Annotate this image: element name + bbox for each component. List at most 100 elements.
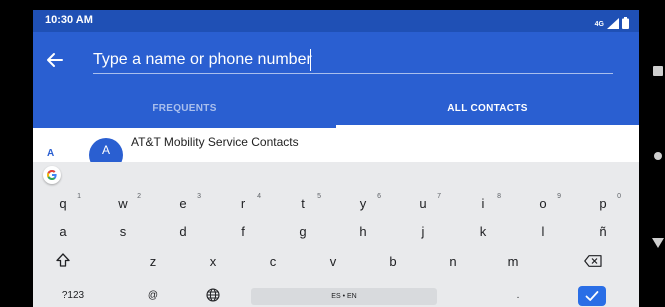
keyboard: q1 w2 e3 r4 t5 y6 u7 i8 o9 p0 a s d f g … bbox=[33, 162, 639, 307]
key-q[interactable]: q1 bbox=[33, 192, 93, 216]
battery-icon bbox=[622, 17, 629, 29]
key-hint: 8 bbox=[497, 193, 501, 200]
key-label: . bbox=[516, 290, 520, 301]
key-label: p bbox=[599, 196, 607, 211]
backspace-icon bbox=[584, 255, 602, 267]
space-label: ES • EN bbox=[331, 293, 357, 300]
nav-back-icon[interactable] bbox=[652, 238, 664, 248]
key-label: d bbox=[179, 224, 187, 239]
shift-icon bbox=[56, 253, 70, 267]
key-hint: 4 bbox=[257, 193, 261, 200]
key-label: a bbox=[59, 224, 67, 239]
key-d[interactable]: d bbox=[153, 220, 213, 244]
key-z[interactable]: z bbox=[123, 250, 183, 274]
search-input[interactable] bbox=[93, 47, 613, 74]
key-i[interactable]: i8 bbox=[453, 192, 513, 216]
nav-home-icon[interactable] bbox=[654, 152, 662, 160]
key-hint: 1 bbox=[77, 193, 81, 200]
key-label: u bbox=[419, 196, 427, 211]
key-label: f bbox=[241, 224, 245, 239]
key-o[interactable]: o9 bbox=[513, 192, 573, 216]
key-n-tilde[interactable]: ñ bbox=[573, 220, 633, 244]
contact-name: AT&T Mobility Service Contacts bbox=[131, 135, 299, 149]
key-label: q bbox=[59, 196, 67, 211]
key-f[interactable]: f bbox=[213, 220, 273, 244]
key-c[interactable]: c bbox=[243, 250, 303, 274]
key-label: ñ bbox=[599, 224, 607, 239]
key-label: e bbox=[179, 196, 187, 211]
google-g-icon[interactable] bbox=[43, 166, 61, 184]
enter-key[interactable] bbox=[578, 286, 606, 306]
key-hint: 5 bbox=[317, 193, 321, 200]
key-m[interactable]: m bbox=[483, 250, 543, 274]
key-t[interactable]: t5 bbox=[273, 192, 333, 216]
key-p[interactable]: p0 bbox=[573, 192, 633, 216]
keyboard-toolbar bbox=[33, 162, 639, 186]
key-label: l bbox=[541, 224, 545, 239]
key-n[interactable]: n bbox=[423, 250, 483, 274]
status-icons: 4G bbox=[595, 13, 629, 29]
key-u[interactable]: u7 bbox=[393, 192, 453, 216]
key-b[interactable]: b bbox=[363, 250, 423, 274]
key-x[interactable]: x bbox=[183, 250, 243, 274]
key-k[interactable]: k bbox=[453, 220, 513, 244]
back-arrow-icon[interactable] bbox=[45, 50, 65, 70]
phone-screen: 10:30 AM 4G FREQUENTS ALL CONTACTS A A A… bbox=[33, 10, 639, 307]
key-label: v bbox=[329, 254, 337, 269]
key-r[interactable]: r4 bbox=[213, 192, 273, 216]
period-key[interactable]: . bbox=[488, 286, 548, 307]
symbols-key[interactable]: ?123 bbox=[43, 286, 103, 307]
key-l[interactable]: l bbox=[513, 220, 573, 244]
contact-list-item[interactable]: A A AT&T Mobility Service Contacts bbox=[33, 128, 639, 162]
check-icon bbox=[585, 291, 599, 301]
navigation-bar bbox=[639, 0, 665, 307]
key-g[interactable]: g bbox=[273, 220, 333, 244]
key-label: x bbox=[209, 254, 217, 269]
key-e[interactable]: e3 bbox=[153, 192, 213, 216]
key-label: k bbox=[479, 224, 487, 239]
key-label: @ bbox=[147, 290, 159, 301]
tab-frequents[interactable]: FREQUENTS bbox=[33, 88, 336, 128]
app-bar bbox=[33, 32, 639, 88]
tab-all-contacts[interactable]: ALL CONTACTS bbox=[336, 88, 639, 128]
key-a[interactable]: a bbox=[33, 220, 93, 244]
key-label: g bbox=[299, 224, 307, 239]
key-w[interactable]: w2 bbox=[93, 192, 153, 216]
key-label: o bbox=[539, 196, 547, 211]
key-hint: 2 bbox=[137, 193, 141, 200]
at-key[interactable]: @ bbox=[123, 286, 183, 307]
key-label: c bbox=[269, 254, 277, 269]
globe-icon bbox=[206, 288, 220, 302]
shift-key[interactable] bbox=[33, 250, 93, 274]
space-bar[interactable]: ES • EN bbox=[251, 288, 437, 305]
key-hint: 6 bbox=[377, 193, 381, 200]
key-label: y bbox=[359, 196, 367, 211]
key-label: z bbox=[149, 254, 157, 269]
key-hint: 9 bbox=[557, 193, 561, 200]
key-label: i bbox=[481, 196, 485, 211]
key-j[interactable]: j bbox=[393, 220, 453, 244]
key-hint: 3 bbox=[197, 193, 201, 200]
text-cursor bbox=[310, 49, 311, 71]
key-label: h bbox=[359, 224, 367, 239]
key-label: j bbox=[421, 224, 425, 239]
key-s[interactable]: s bbox=[93, 220, 153, 244]
key-h[interactable]: h bbox=[333, 220, 393, 244]
tab-bar: FREQUENTS ALL CONTACTS bbox=[33, 88, 639, 128]
avatar: A bbox=[89, 138, 123, 162]
backspace-key[interactable] bbox=[563, 250, 623, 274]
key-y[interactable]: y6 bbox=[333, 192, 393, 216]
key-label: b bbox=[389, 254, 397, 269]
globe-key[interactable] bbox=[183, 286, 243, 307]
nav-recents-icon[interactable] bbox=[653, 66, 663, 76]
signal-icon bbox=[607, 18, 619, 29]
key-label: r bbox=[240, 196, 246, 211]
avatar-letter: A bbox=[101, 143, 110, 157]
network-label: 4G bbox=[594, 21, 604, 28]
status-time: 10:30 AM bbox=[45, 14, 93, 26]
key-hint: 0 bbox=[617, 193, 621, 200]
section-letter: A bbox=[47, 148, 55, 159]
key-label: n bbox=[449, 254, 457, 269]
key-v[interactable]: v bbox=[303, 250, 363, 274]
key-label: t bbox=[301, 196, 305, 211]
